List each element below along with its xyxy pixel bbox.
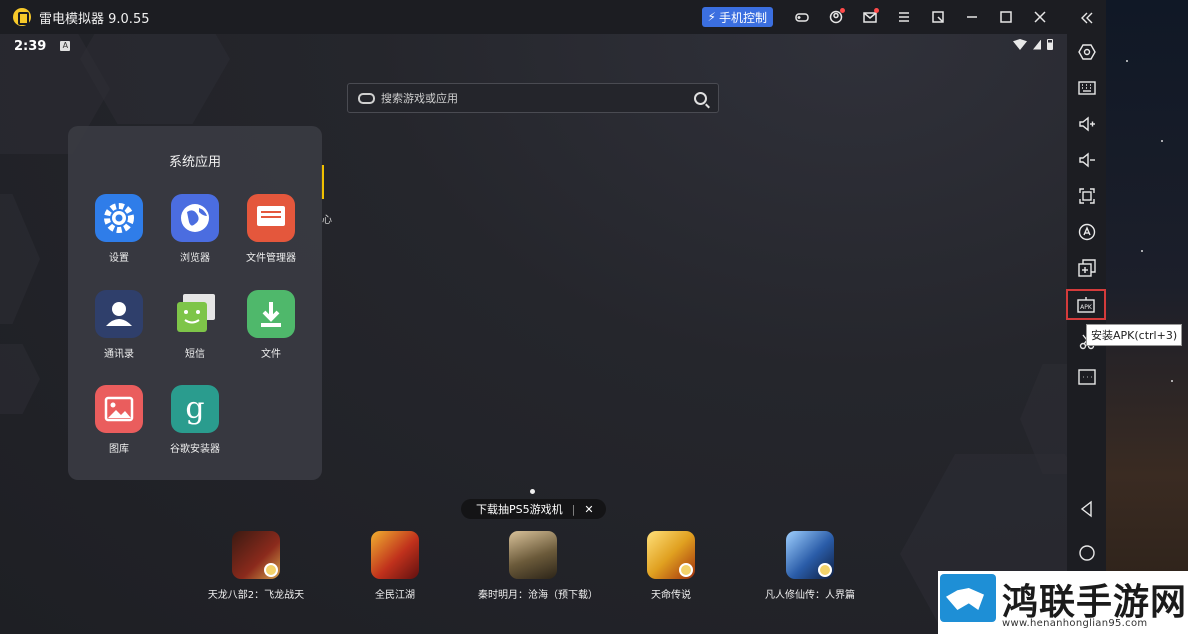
app-label: 文件管理器 [246,253,296,264]
more-icon[interactable] [1067,362,1106,392]
google-installer-icon: g [171,385,219,433]
multi-instance-icon[interactable] [1067,253,1106,283]
page-indicator [530,489,535,494]
app-label: 浏览器 [180,253,210,264]
promo-banner[interactable]: 下载抽PS5游戏机 | ✕ [461,499,606,519]
game-label: 天龙八部2：飞龙战天 [207,590,305,601]
game-label: 全民江湖 [375,590,415,601]
promo-text: 下载抽PS5游戏机 [476,503,563,516]
game-tianlong[interactable]: 天龙八部2：飞龙战天 [201,531,311,601]
mail-icon[interactable] [853,0,887,34]
minimize-icon[interactable] [955,0,989,34]
folder-title: 系统应用 [168,155,221,170]
apk-tooltip: 安装APK(ctrl+3) [1086,324,1183,346]
titlebar-controls: ⚡ 手机控制 [701,0,1057,34]
star [1171,380,1173,382]
app-title: 雷电模拟器 9.0.55 [39,11,150,27]
app-gallery[interactable]: 图库 [81,385,157,455]
game-icon [647,531,695,579]
app-browser[interactable]: 浏览器 [157,194,233,264]
game-fanren-xiuxian[interactable]: 凡人修仙传：人界篇 [755,531,865,601]
right-toolbar: APK [1066,0,1106,634]
app-label: 短信 [185,349,205,360]
game-label: 天命传说 [651,590,691,601]
watermark-logo-icon [940,574,996,622]
gamepad-icon [358,92,375,104]
app-label: 图库 [109,444,129,455]
user-icon[interactable] [819,0,853,34]
star [1126,60,1128,62]
collapse-icon[interactable] [1067,3,1106,33]
app-google-installer[interactable]: g 谷歌安装器 [157,385,233,455]
svg-text:g: g [185,391,204,426]
app-label: 通讯录 [104,349,134,360]
watermark-url: www.henanhonglian95.com [1002,618,1148,629]
game-quanmin-jianghu[interactable]: 全民江湖 [340,531,450,601]
star [1141,250,1143,252]
app-sms[interactable]: 短信 [157,290,233,360]
search-icon[interactable] [694,92,707,105]
maximize-icon[interactable] [989,0,1023,34]
phone-control-button[interactable]: ⚡ 手机控制 [701,7,773,27]
auto-icon[interactable] [1067,217,1106,247]
gamepad-icon[interactable] [785,0,819,34]
android-status-bar: 2:39 A [0,34,1067,58]
clock: 2:39 [14,38,47,54]
bg-hexagon [0,344,40,414]
contact-icon [95,290,143,338]
game-qinshi-mingyue[interactable]: 秦时明月：沧海（预下载） [478,531,598,601]
keyboard-icon[interactable] [1067,73,1106,103]
svg-text:APK: APK [1080,304,1093,311]
app-label: 设置 [109,253,129,264]
screenshot-icon[interactable] [1067,181,1106,211]
sms-icon [171,290,219,338]
apk-install-icon[interactable]: APK [1066,289,1106,320]
app-logo-icon [13,8,31,26]
settings-hex-icon[interactable] [1067,37,1106,67]
game-icon [232,531,280,579]
close-icon[interactable]: ✕ [584,503,593,516]
game-icon [371,531,419,579]
notification-icon: A [60,41,71,51]
signal-icon [1033,39,1041,50]
globe-icon [171,194,219,242]
game-label: 凡人修仙传：人界篇 [765,590,855,601]
search-bar[interactable]: 搜索游戏或应用 [347,83,719,113]
search-placeholder[interactable]: 搜索游戏或应用 [381,90,458,106]
volume-down-icon[interactable] [1067,145,1106,175]
game-icon [786,531,834,579]
app-contacts[interactable]: 通讯录 [81,290,157,360]
phone-control-label: 手机控制 [718,10,767,25]
emulator-screen[interactable]: 2:39 A 搜索游戏或应用 心 系统应用 设置 浏览器 文件管理器 通讯录 短… [0,34,1067,634]
back-icon[interactable] [1067,494,1106,524]
battery-icon [1047,39,1053,50]
gear-icon [95,194,143,242]
star [1161,140,1163,142]
peek-app-label: 心 [322,215,332,226]
game-tianming-chuanshuo[interactable]: 天命传说 [616,531,726,601]
promo-divider: | [571,502,576,516]
home-icon[interactable] [1067,538,1106,568]
close-icon[interactable] [1023,0,1057,34]
app-file-manager[interactable]: 文件管理器 [233,194,309,264]
desktop-wallpaper [1106,0,1188,634]
lightning-icon: ⚡ [707,10,716,24]
wifi-icon [1013,39,1027,50]
app-label: 文件 [261,349,281,360]
app-label: 谷歌安装器 [170,444,220,455]
download-icon [247,290,295,338]
menu-icon[interactable] [887,0,921,34]
restore-icon[interactable] [921,0,955,34]
game-icon [509,531,557,579]
volume-up-icon[interactable] [1067,109,1106,139]
app-files[interactable]: 文件 [233,290,309,360]
watermark: 鸿联手游网 www.henanhonglian95.com [938,571,1188,634]
gallery-icon [95,385,143,433]
title-bar: 雷电模拟器 9.0.55 ⚡ 手机控制 [0,0,1067,34]
folder-icon [247,194,295,242]
bg-hexagon [0,194,40,324]
app-settings[interactable]: 设置 [81,194,157,264]
system-apps-folder: 系统应用 设置 浏览器 文件管理器 通讯录 短信 文件 图库 g 谷歌安装器 [68,126,322,480]
game-label: 秦时明月：沧海（预下载） [478,590,598,601]
